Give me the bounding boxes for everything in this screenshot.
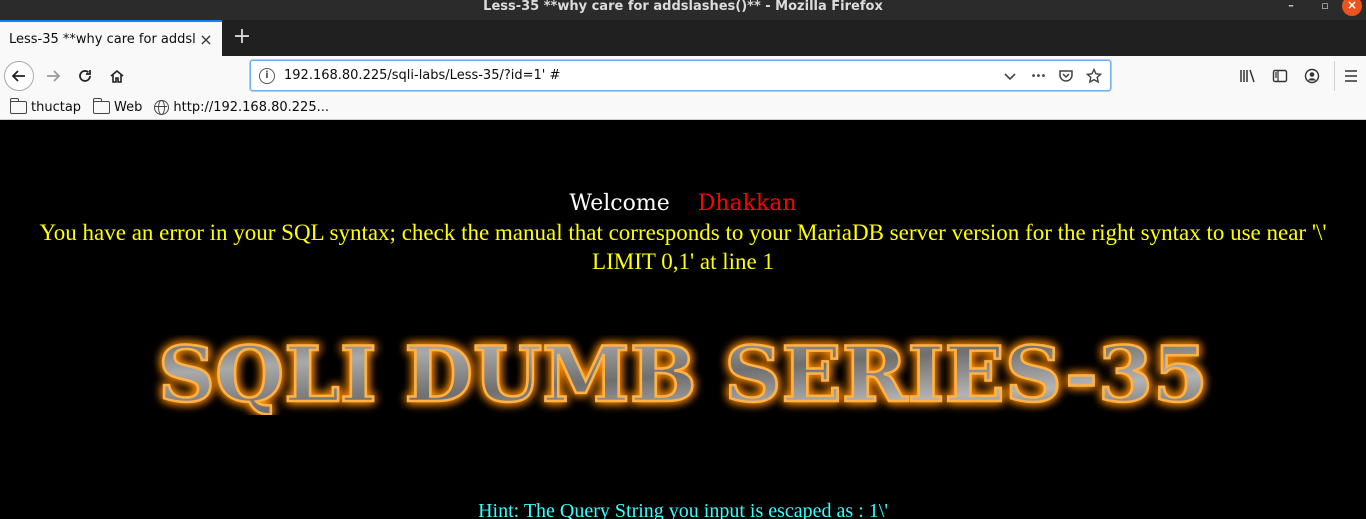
sidebar-icon[interactable]: [1264, 61, 1296, 91]
user-name: Dhakkan: [697, 191, 797, 216]
url-input[interactable]: 192.168.80.225/sqli-labs/Less-35/?id=1' …: [284, 68, 560, 83]
tab-active[interactable]: Less-35 **why care for addslashes()** ×: [0, 20, 222, 56]
window-controls: – ▫ ×: [1274, 0, 1366, 20]
arrow-left-icon: [11, 70, 25, 82]
reload-icon: [79, 70, 91, 82]
bookmark-link[interactable]: http://192.168.80.225...: [154, 99, 329, 115]
welcome-line: Welcome Dhakkan: [0, 191, 1366, 217]
bookmark-star-icon[interactable]: [1084, 66, 1104, 86]
minimize-button[interactable]: –: [1274, 0, 1308, 16]
maximize-button[interactable]: ▫: [1308, 0, 1342, 16]
tab-label: Less-35 **why care for addslashes()**: [9, 31, 195, 47]
sqli-dumb-series-banner: SQLI DUMB SERIES-35: [157, 335, 1210, 415]
page-actions-menu-icon[interactable]: •••: [1028, 66, 1048, 86]
globe-icon: [154, 99, 170, 115]
welcome-text: Welcome: [569, 191, 670, 216]
bookmark-label: Web: [114, 99, 143, 115]
tab-strip: Less-35 **why care for addslashes()** × …: [0, 20, 1366, 56]
tab-close-button[interactable]: ×: [198, 30, 214, 49]
url-bar[interactable]: i 192.168.80.225/sqli-labs/Less-35/?id=1…: [250, 60, 1111, 91]
folder-icon: [9, 97, 27, 114]
home-icon: [110, 69, 124, 83]
bookmark-folder-thuctap[interactable]: thuctap: [9, 97, 82, 115]
close-window-button[interactable]: ×: [1342, 0, 1362, 16]
bookmark-label: thuctap: [31, 99, 82, 115]
menu-icon[interactable]: [1334, 61, 1366, 91]
forward-button[interactable]: [38, 61, 68, 91]
page-content: Welcome Dhakkan You have an error in your…: [0, 120, 1366, 519]
site-info-icon[interactable]: i: [259, 68, 275, 84]
bookmark-folder-web[interactable]: Web: [92, 97, 143, 115]
toolbar-right: [1232, 61, 1366, 91]
account-icon[interactable]: [1296, 61, 1328, 91]
window-titlebar: Less-35 **why care for addslashes()** - …: [0, 0, 1366, 20]
reload-button[interactable]: [70, 61, 100, 91]
bookmarks-toolbar: thuctap Web http://192.168.80.225...: [0, 95, 1366, 120]
back-button[interactable]: [4, 61, 34, 91]
chevron-down-icon[interactable]: [1000, 66, 1020, 86]
hint-text: Hint: The Query String you input is esca…: [478, 500, 888, 519]
window-title: Less-35 **why care for addslashes()** - …: [483, 0, 883, 14]
url-actions: •••: [1000, 66, 1104, 86]
folder-icon: [92, 97, 111, 114]
banner-text: SQLI DUMB SERIES-35: [158, 335, 1208, 415]
arrow-right-icon: [47, 70, 61, 82]
navigation-toolbar: i 192.168.80.225/sqli-labs/Less-35/?id=1…: [0, 56, 1366, 95]
bookmark-label: http://192.168.80.225...: [173, 99, 329, 115]
home-button[interactable]: [102, 61, 132, 91]
pocket-icon[interactable]: [1056, 66, 1076, 86]
library-icon[interactable]: [1232, 61, 1264, 91]
new-tab-button[interactable]: +: [230, 24, 254, 50]
sql-error-message: You have an error in your SQL syntax; ch…: [39, 220, 1327, 274]
